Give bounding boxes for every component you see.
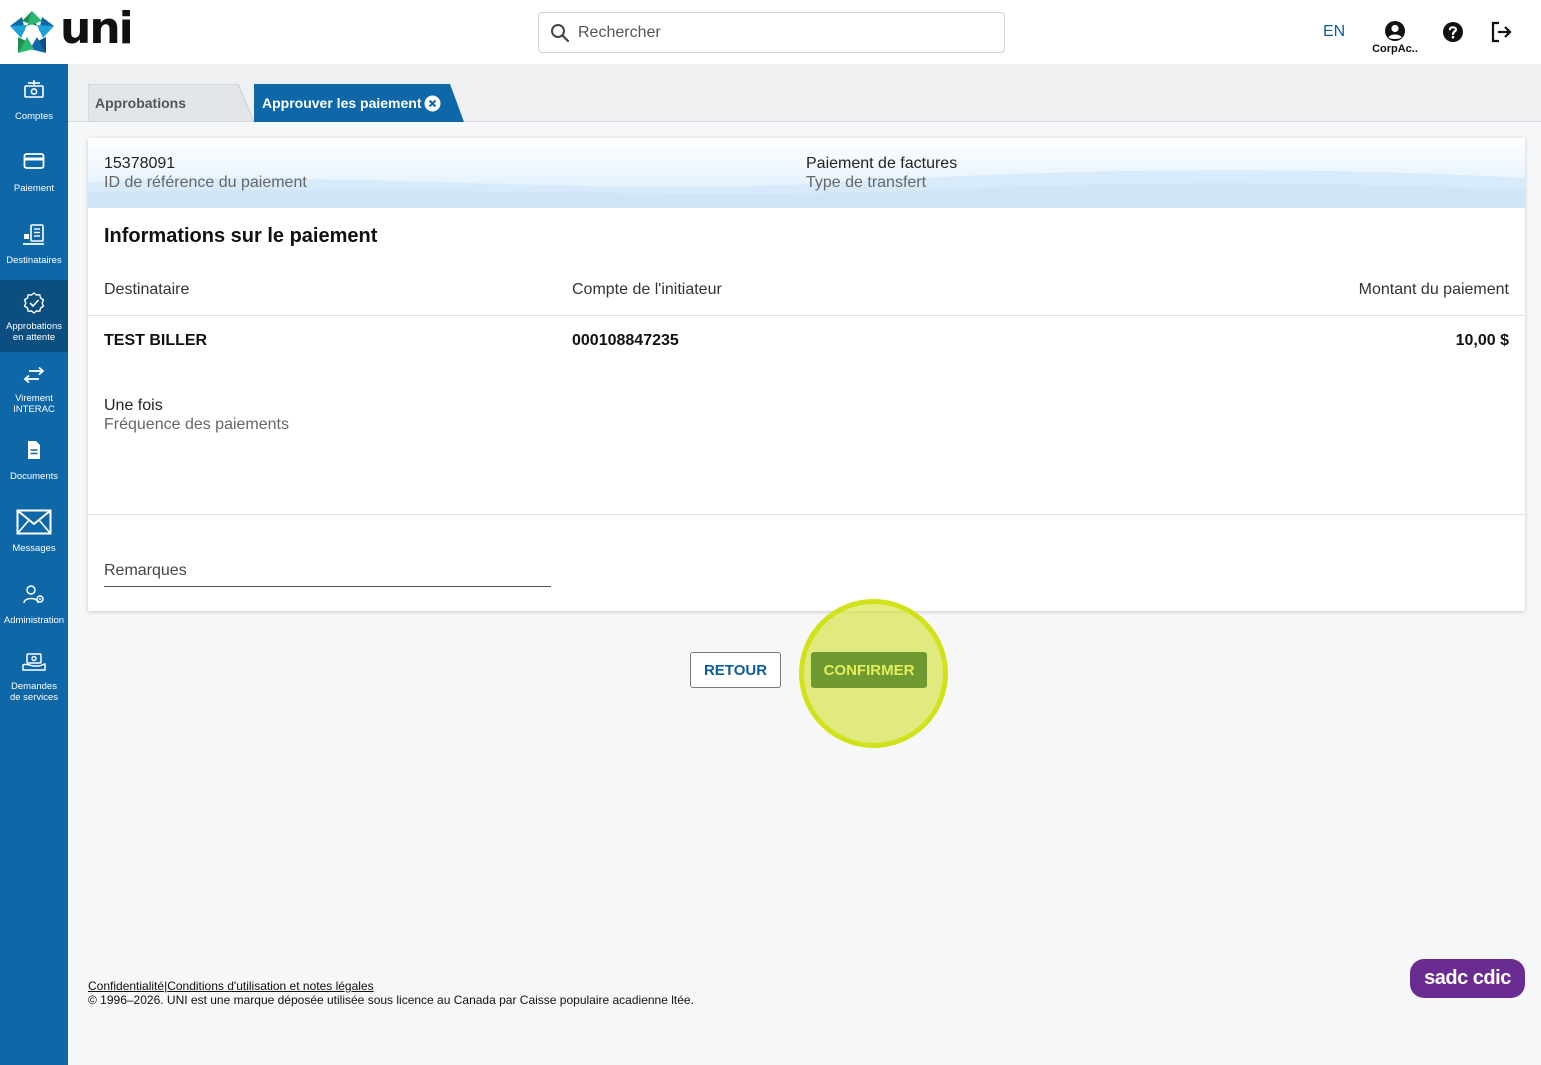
payment-reference-label: ID de référence du paiement [104,174,307,191]
uni-logo[interactable]: uni [8,3,134,55]
tab-approuver-paiement[interactable]: Approuver les paiement [254,84,466,122]
privacy-link[interactable]: Confidentialité [88,979,164,993]
recipient-value: TEST BILLER [104,332,208,349]
document-icon [28,441,40,459]
frequency-value: Une fois [104,397,163,414]
user-menu[interactable]: CorpAc.. [1371,20,1419,55]
cdic-badge[interactable]: sadc cdic [1410,959,1525,998]
sidebar-item-comptes[interactable]: Comptes [0,64,68,136]
frequency-label: Fréquence des paiements [104,416,289,433]
sidebar-item-demandes-services[interactable]: Demandes de services [0,640,68,712]
back-button[interactable]: RETOUR [690,652,781,688]
sidebar-item-approbations[interactable]: Approbations en attente [0,280,68,352]
tab-approuver-label: Approuver les paiement [262,95,422,111]
search-input[interactable] [578,23,978,42]
amount-value: 10,00 $ [1455,332,1509,349]
payment-card: 15378091 ID de référence du paiement Pai… [88,138,1525,611]
terms-link[interactable]: Conditions d'utilisation et notes légale… [167,979,373,993]
service-request-icon [22,653,46,671]
search-icon [551,23,570,42]
account-value: 000108847235 [572,332,679,349]
column-header-amount: Montant du paiement [1358,281,1509,298]
sidebar-item-paiement[interactable]: Paiement [0,136,68,208]
uni-star-icon [10,11,54,53]
transfer-arrows-icon [23,366,45,384]
logout-icon[interactable] [1489,20,1513,44]
sidebar-item-administration[interactable]: Administration [0,568,68,640]
search-box[interactable] [538,12,1005,53]
tab-bar: Approbations Approuver les paiement [68,64,1541,122]
accounts-icon [24,80,44,98]
column-header-recipient: Destinataire [104,281,190,298]
footer: Confidentialité|Conditions d'utilisation… [88,979,694,1007]
copyright-text: © 1996–2026. UNI est une marque déposée … [88,993,694,1007]
transfer-type-value: Paiement de factures [806,155,958,172]
payees-icon [23,224,44,245]
user-name: CorpAc.. [1372,43,1418,55]
sidebar-item-documents[interactable]: Documents [0,424,68,496]
remarks-divider [88,514,1525,515]
user-gear-icon [23,585,44,604]
sidebar-item-destinataires[interactable]: Destinataires [0,208,68,280]
remarks-field[interactable]: Remarques [104,558,551,587]
language-toggle[interactable]: EN [1323,23,1345,41]
close-icon[interactable] [424,95,441,112]
remarks-label: Remarques [104,562,187,579]
sidebar-item-messages[interactable]: Messages [0,496,68,568]
sidebar-nav: Comptes Paiement Destinataires Approbati… [0,64,68,1065]
transfer-type-label: Type de transfert [806,174,927,191]
card-header-band [88,138,1525,208]
top-header: uni EN CorpAc.. [0,0,1541,64]
tab-approbations-label: Approbations [95,95,186,111]
cdic-badge-text: sadc cdic [1424,967,1511,989]
column-header-account: Compte de l'initiateur [572,281,722,298]
payment-reference-id: 15378091 [104,155,176,172]
help-circle-icon[interactable] [1442,21,1464,43]
confirm-button[interactable]: CONFIRMER [811,652,927,688]
section-title: Informations sur le paiement [104,225,378,247]
uni-wordmark: uni [60,3,134,54]
tab-approbations[interactable]: Approbations [88,84,254,122]
credit-card-icon [23,153,45,169]
approval-badge-icon [23,292,45,314]
envelope-icon [16,509,52,535]
table-header-divider [88,315,1525,316]
sidebar-item-virement-interac[interactable]: Virement INTERAC [0,352,68,424]
user-circle-icon [1385,21,1405,41]
